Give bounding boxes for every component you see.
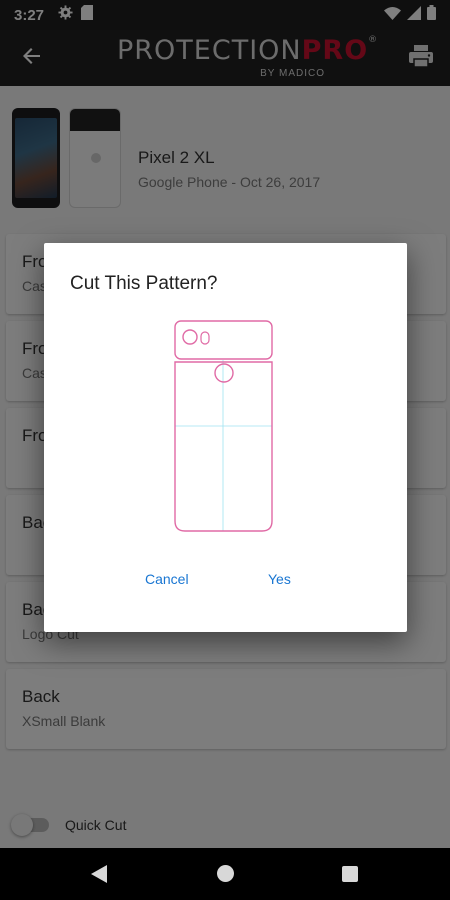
camera-cutout bbox=[182, 329, 198, 345]
pattern-top-piece bbox=[174, 320, 273, 360]
cancel-button[interactable]: Cancel bbox=[145, 571, 189, 587]
pattern-body-piece bbox=[174, 361, 273, 532]
fingerprint-cutout bbox=[214, 363, 234, 383]
nav-recents-icon[interactable] bbox=[342, 866, 358, 882]
cut-pattern-dialog: Cut This Pattern? Cancel Yes bbox=[44, 243, 407, 632]
yes-button[interactable]: Yes bbox=[268, 571, 291, 587]
dialog-title: Cut This Pattern? bbox=[70, 273, 218, 294]
nav-home-icon[interactable] bbox=[217, 865, 234, 882]
nav-back-icon[interactable] bbox=[91, 865, 108, 888]
system-nav-bar bbox=[0, 848, 450, 900]
pattern-preview bbox=[174, 320, 273, 532]
flash-cutout bbox=[200, 331, 210, 345]
